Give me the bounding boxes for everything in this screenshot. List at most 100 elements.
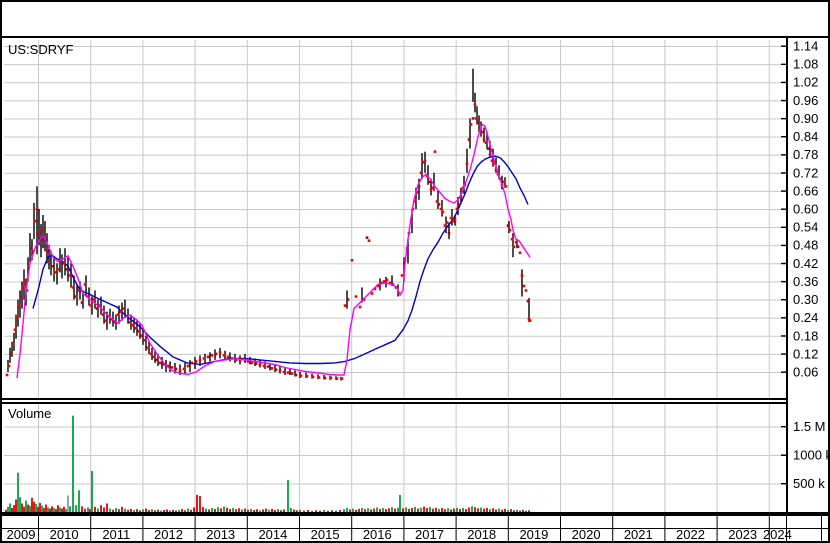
volume-bar <box>69 506 71 512</box>
volume-bar <box>91 470 93 512</box>
year-label: 2019 <box>519 527 548 542</box>
volume-bar <box>290 508 292 512</box>
price-axis-label: 0.36 <box>793 274 818 289</box>
volume-bar <box>402 508 404 512</box>
year-label: 2023 <box>728 527 757 542</box>
volume-bar <box>358 508 360 512</box>
close-dot <box>178 369 182 372</box>
volume-bar <box>315 510 317 512</box>
year-tick <box>299 516 300 528</box>
year-label-divider <box>612 529 614 541</box>
volume-bar <box>244 508 246 512</box>
close-dot <box>266 365 270 368</box>
year-tick <box>38 516 39 528</box>
close-dot <box>480 130 484 134</box>
volume-bar <box>385 509 387 512</box>
price-tick <box>781 63 788 66</box>
volume-bar <box>420 507 422 512</box>
highlow-bar <box>469 118 471 149</box>
highlow-bar <box>229 352 231 362</box>
vertical-gridline <box>351 404 353 512</box>
volume-bar <box>17 472 19 512</box>
volume-bar <box>193 507 195 512</box>
close-dot <box>286 371 290 374</box>
vertical-gridline <box>768 40 770 398</box>
volume-bar <box>175 510 177 512</box>
price-axis-label: 0.54 <box>793 220 818 235</box>
close-dot <box>131 323 135 327</box>
highlow-bar <box>466 148 468 173</box>
horizontal-gridline <box>4 172 786 174</box>
volume-bar <box>364 509 366 512</box>
close-dot <box>486 147 490 150</box>
volume-bar <box>9 503 11 512</box>
close-dot <box>437 203 441 206</box>
volume-bar <box>361 508 363 512</box>
close-dot <box>206 355 210 359</box>
volume-bar <box>199 496 201 512</box>
close-dot <box>258 363 262 366</box>
price-tick <box>781 353 788 355</box>
close-dot <box>439 207 443 211</box>
chart-background <box>0 38 830 543</box>
price-panel-bottom-border <box>0 398 788 400</box>
close-dot <box>305 374 309 378</box>
volume-tick <box>781 426 788 428</box>
volume-bar <box>7 506 9 512</box>
close-dot <box>469 123 473 126</box>
volume-bar <box>103 507 105 512</box>
price-axis-label: 0.96 <box>793 93 818 108</box>
close-dot <box>504 185 508 188</box>
close-dot <box>89 304 93 307</box>
volume-bar <box>39 502 41 512</box>
close-dot <box>33 219 37 223</box>
vertical-gridline <box>455 404 457 512</box>
volume-bar <box>112 509 114 512</box>
highlow-bar <box>64 248 66 276</box>
volume-bar <box>465 509 467 512</box>
highlow-bar <box>521 269 523 297</box>
close-dot <box>47 259 51 262</box>
volume-bar <box>411 508 413 512</box>
price-tick <box>781 81 788 84</box>
volume-bar <box>61 508 63 512</box>
volume-bar <box>382 508 384 512</box>
year-tick <box>716 516 718 528</box>
volume-axis-label: 1.5 M <box>793 419 826 434</box>
close-dot <box>71 286 75 289</box>
volume-bar <box>256 509 258 512</box>
close-dot <box>473 103 477 107</box>
close-dot <box>520 274 524 277</box>
volume-bar <box>181 509 183 512</box>
close-dot <box>74 295 78 298</box>
horizontal-gridline <box>4 455 786 456</box>
vertical-gridline <box>351 40 353 398</box>
horizontal-gridline <box>4 64 786 66</box>
volume-bar <box>145 508 147 512</box>
year-label-divider <box>507 529 509 541</box>
volume-bar <box>307 510 309 512</box>
vertical-gridline <box>507 404 509 512</box>
volume-bar <box>238 508 240 512</box>
close-dot <box>455 207 459 211</box>
volume-bar <box>27 504 29 512</box>
volume-bar <box>426 508 428 512</box>
volume-bar <box>154 510 156 512</box>
volume-bar <box>139 510 141 512</box>
close-dot <box>443 224 447 227</box>
year-label: 2020 <box>572 527 601 542</box>
horizontal-gridline <box>4 46 786 47</box>
volume-bar <box>21 503 23 512</box>
close-dot <box>122 307 126 310</box>
volume-bar <box>370 509 372 512</box>
close-dot <box>423 159 427 162</box>
volume-bar <box>118 509 120 512</box>
volume-bar <box>184 510 186 512</box>
price-tick <box>781 154 788 156</box>
close-dot <box>174 367 178 371</box>
volume-bar <box>11 508 13 512</box>
volume-bar <box>486 508 488 512</box>
highlow-bar <box>437 190 439 209</box>
plot-right-border <box>786 38 788 516</box>
volume-bar <box>349 509 351 512</box>
